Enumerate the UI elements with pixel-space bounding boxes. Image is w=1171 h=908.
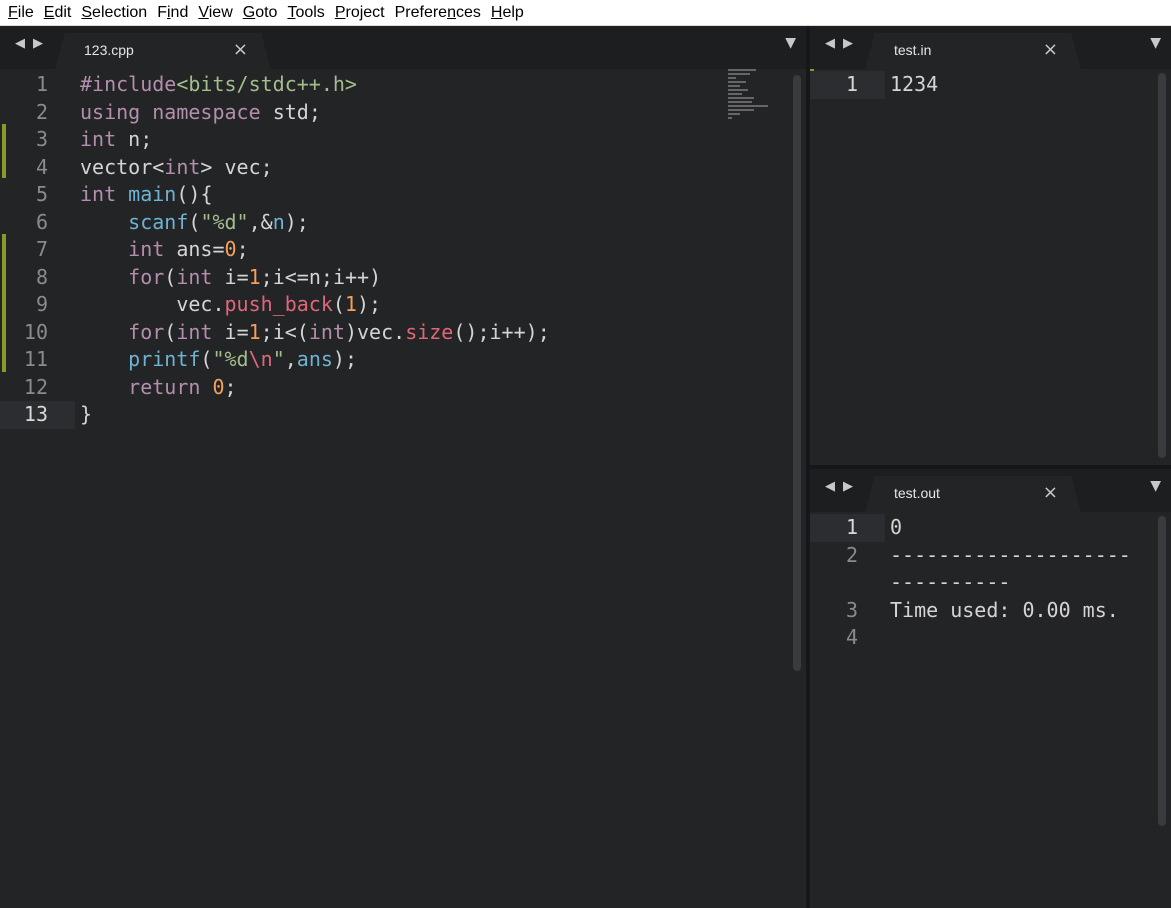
left-editor-pane: ◀ ▶ 123.cpp × ▼ 1 #include<bits/stdc++.h>… bbox=[0, 26, 806, 908]
line-number: 9 bbox=[35, 292, 48, 316]
left-nav-arrows: ◀ ▶ bbox=[14, 36, 44, 51]
left-tab-bar: ◀ ▶ 123.cpp × ▼ bbox=[0, 26, 806, 69]
code-line[interactable]: 8 for(int i=1;i<=n;i++) bbox=[0, 264, 806, 292]
code-text: int main(){ bbox=[80, 182, 213, 206]
menu-bar: File Edit Selection Find View Goto Tools… bbox=[0, 0, 1171, 26]
line-number: 5 bbox=[35, 182, 48, 206]
nav-back-icon[interactable]: ◀ bbox=[824, 36, 836, 51]
code-text: } bbox=[80, 402, 93, 426]
code-line[interactable]: 4 vector<int> vec; bbox=[0, 154, 806, 182]
input-editor[interactable]: 1 1234 bbox=[810, 69, 1171, 465]
line-number: 1 bbox=[845, 72, 858, 96]
chevron-down-icon[interactable]: ▼ bbox=[1150, 478, 1161, 494]
code-line[interactable]: 7 int ans=0; bbox=[0, 236, 806, 264]
code-text: scanf("%d",&n); bbox=[128, 209, 309, 234]
nav-back-icon[interactable]: ◀ bbox=[14, 36, 26, 51]
line-number: 10 bbox=[23, 319, 48, 344]
code-line[interactable]: 6 scanf("%d",&n); bbox=[0, 209, 806, 237]
vertical-scrollbar[interactable] bbox=[1158, 73, 1166, 458]
nav-back-icon[interactable]: ◀ bbox=[824, 479, 836, 494]
menu-goto[interactable]: Goto bbox=[238, 4, 283, 22]
nav-forward-icon[interactable]: ▶ bbox=[32, 36, 44, 51]
code-line[interactable]: ---------- bbox=[810, 569, 1171, 597]
code-text: return 0; bbox=[128, 374, 237, 399]
line-number: 1 bbox=[35, 72, 48, 96]
code-text: int n; bbox=[80, 127, 153, 151]
code-line[interactable]: 11 printf("%d\n",ans); bbox=[0, 346, 806, 374]
output-editor[interactable]: 1 0 2 -------------------- ---------- 3 Time u… bbox=[810, 512, 1171, 908]
tab-test-in[interactable]: test.in × bbox=[880, 33, 1066, 69]
menu-project[interactable]: Project bbox=[330, 4, 390, 22]
code-text: for(int i=1;i<(int)vec.size();i++); bbox=[128, 319, 550, 344]
line-number: 4 bbox=[35, 154, 48, 179]
code-line[interactable]: 5 int main(){ bbox=[0, 181, 806, 209]
line-number: 1 bbox=[845, 515, 858, 539]
chevron-down-icon[interactable]: ▼ bbox=[1150, 35, 1161, 51]
code-line[interactable]: 2 using namespace std; bbox=[0, 99, 806, 127]
code-line[interactable]: 10 bbox=[810, 514, 902, 542]
tab-test-out[interactable]: test.out × bbox=[880, 476, 1066, 512]
code-text: using namespace std; bbox=[80, 99, 321, 124]
input-pane: ◀ ▶ test.in × ▼ 1 1234 bbox=[810, 26, 1171, 465]
code-line[interactable]: 3 Time used: 0.00 ms. bbox=[810, 597, 1171, 625]
menu-preferences[interactable]: Preferences bbox=[390, 4, 486, 22]
output-tab-bar: ◀ ▶ test.out × ▼ bbox=[810, 469, 1171, 512]
code-text: -------------------- bbox=[890, 542, 1131, 567]
code-line[interactable]: 1 1234 bbox=[810, 71, 938, 99]
line-number: 7 bbox=[35, 237, 48, 261]
line-number: 13 bbox=[23, 402, 48, 426]
code-line[interactable]: 12 return 0; bbox=[0, 374, 806, 402]
line-number: 4 bbox=[845, 625, 858, 649]
code-text: for(int i=1;i<=n;i++) bbox=[128, 264, 382, 289]
tab-123-cpp[interactable]: 123.cpp × bbox=[70, 33, 256, 69]
line-number: 3 bbox=[35, 127, 48, 151]
code-text: printf("%d\n",ans); bbox=[128, 347, 357, 371]
menu-file[interactable]: File bbox=[3, 4, 39, 22]
output-nav-arrows: ◀ ▶ bbox=[824, 479, 854, 494]
input-nav-arrows: ◀ ▶ bbox=[824, 36, 854, 51]
menu-view[interactable]: View bbox=[193, 4, 237, 22]
output-pane: ◀ ▶ test.out × ▼ 1 0 2 --------------------… bbox=[810, 469, 1171, 908]
line-number: 2 bbox=[845, 542, 858, 567]
line-number: 3 bbox=[845, 597, 858, 622]
line-number: 11 bbox=[23, 347, 48, 371]
nav-forward-icon[interactable]: ▶ bbox=[842, 479, 854, 494]
code-line[interactable]: 1 #include<bits/stdc++.h> bbox=[0, 71, 806, 99]
code-line[interactable]: 13} bbox=[0, 401, 92, 429]
code-line[interactable]: 9 vec.push_back(1); bbox=[0, 291, 806, 319]
code-text: 1234 bbox=[890, 72, 939, 96]
code-text: vec.push_back(1); bbox=[176, 292, 382, 316]
menu-help[interactable]: Help bbox=[486, 4, 529, 22]
tab-label: test.out bbox=[894, 485, 940, 501]
input-tab-bar: ◀ ▶ test.in × ▼ bbox=[810, 26, 1171, 69]
line-number: 6 bbox=[35, 209, 48, 234]
code-line[interactable]: 2 -------------------- bbox=[810, 542, 1171, 570]
code-text: Time used: 0.00 ms. bbox=[890, 597, 1119, 622]
close-icon[interactable]: × bbox=[1043, 39, 1058, 60]
code-editor[interactable]: 1 #include<bits/stdc++.h> 2 using namespace… bbox=[0, 69, 806, 908]
nav-forward-icon[interactable]: ▶ bbox=[842, 36, 854, 51]
code-text: vector<int> vec; bbox=[80, 154, 273, 179]
close-icon[interactable]: × bbox=[233, 39, 248, 60]
line-number: 12 bbox=[23, 374, 48, 399]
line-number: 2 bbox=[35, 99, 48, 124]
code-text: #include<bits/stdc++.h> bbox=[80, 72, 357, 96]
close-icon[interactable]: × bbox=[1043, 482, 1058, 503]
chevron-down-icon[interactable]: ▼ bbox=[785, 35, 796, 51]
code-line[interactable]: 10 for(int i=1;i<(int)vec.size();i++); bbox=[0, 319, 806, 347]
line-number: 8 bbox=[35, 264, 48, 289]
code-text: int ans=0; bbox=[128, 237, 249, 261]
code-text: 0 bbox=[890, 515, 903, 539]
tab-label: 123.cpp bbox=[84, 42, 134, 58]
menu-selection[interactable]: Selection bbox=[76, 4, 152, 22]
code-line[interactable]: 3 int n; bbox=[0, 126, 806, 154]
tab-label: test.in bbox=[894, 42, 932, 58]
code-text: ---------- bbox=[890, 570, 1011, 594]
menu-edit[interactable]: Edit bbox=[39, 4, 77, 22]
menu-tools[interactable]: Tools bbox=[282, 4, 329, 22]
code-line[interactable]: 4 bbox=[810, 624, 1171, 652]
menu-find[interactable]: Find bbox=[152, 4, 193, 22]
